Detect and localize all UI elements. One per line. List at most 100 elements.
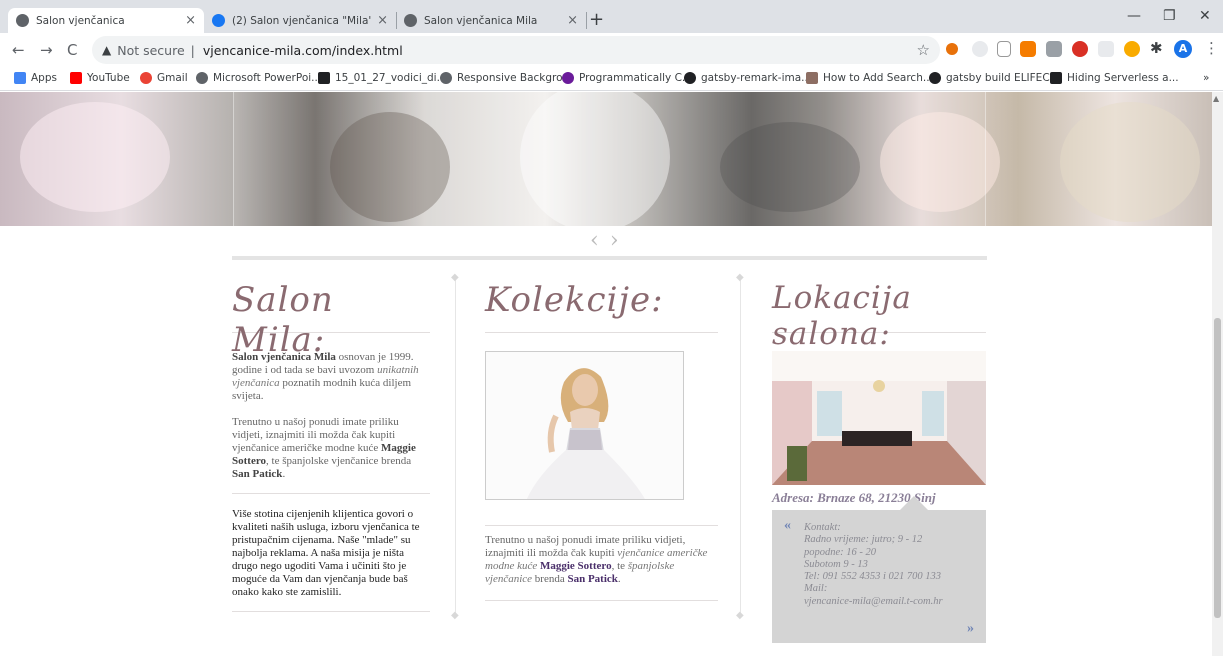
facebook-icon — [212, 14, 225, 27]
tab-salon-mila[interactable]: Salon vjenčanica Mila × — [396, 8, 586, 33]
bookmark-item[interactable]: Hiding Serverless a... — [1050, 72, 1179, 84]
text: , te — [611, 560, 628, 572]
tab-close-icon[interactable]: × — [567, 13, 578, 28]
tab-title: Salon vjenčanica Mila — [424, 14, 538, 27]
tab-close-icon[interactable]: × — [377, 13, 388, 28]
collections-heading: Kolekcije: — [485, 280, 664, 320]
forward-button[interactable]: → — [40, 41, 53, 59]
bookmark-item[interactable]: Programmatically C... — [562, 72, 692, 84]
column-separator — [740, 277, 741, 617]
bookmark-item[interactable]: Gmail — [140, 72, 188, 84]
brand-name: San Patick — [232, 468, 283, 480]
bookmark-label: YouTube — [87, 72, 130, 84]
bookmark-label: 15_01_27_vodici_di... — [335, 72, 447, 84]
slider-controls: ‹ › — [590, 228, 621, 253]
divider — [232, 493, 430, 494]
address-separator: | — [190, 42, 195, 58]
back-button[interactable]: ← — [12, 41, 25, 59]
salon-name: Salon vjenčanica Mila — [232, 351, 336, 363]
working-hours-morning: Radno vrijeme: jutro; 9 - 12 — [804, 534, 923, 546]
ornament-icon: ◆ — [451, 272, 459, 283]
github-icon — [929, 72, 941, 84]
puzzle-icon[interactable]: ✱ — [1150, 39, 1163, 57]
contact-box: « Kontakt: Radno vrijeme: jutro; 9 - 12 … — [772, 510, 986, 643]
tab-salon-vjencanica[interactable]: Salon vjenčanica × — [8, 8, 204, 33]
maximize-button[interactable]: ❐ — [1163, 8, 1176, 24]
bookmark-label: gatsby-remark-ima... — [701, 72, 812, 84]
bookmark-label: Programmatically C... — [579, 72, 692, 84]
security-label: Not secure — [117, 42, 185, 58]
bookmark-item[interactable]: YouTube — [70, 72, 130, 84]
github-icon — [684, 72, 696, 84]
about-offer: Trenutno u našoj ponudi imate priliku vi… — [232, 416, 430, 481]
bookmarks-overflow[interactable]: » — [1203, 72, 1209, 84]
close-window-button[interactable]: ✕ — [1199, 8, 1211, 24]
bookmark-item[interactable]: Apps — [14, 72, 57, 84]
bookmark-item[interactable]: Microsoft PowerPoi... — [196, 72, 321, 84]
text: . — [282, 468, 286, 480]
bookmark-label: Responsive Backgro... — [457, 72, 573, 84]
bookmark-item[interactable]: How to Add Search... — [806, 72, 933, 84]
tab-strip: Salon vjenčanica × (2) Salon vjenčanica … — [0, 0, 1223, 33]
site-icon — [806, 72, 818, 84]
working-hours-afternoon: popodne: 16 - 20 — [804, 546, 877, 558]
collections-text: Trenutno u našoj ponudi imate priliku vi… — [485, 534, 718, 586]
extension-icon[interactable] — [1072, 41, 1088, 57]
youtube-icon — [70, 72, 82, 84]
medium-icon — [318, 72, 330, 84]
working-hours-saturday: Subotom 9 - 13 — [804, 558, 868, 570]
wedding-dress-photo[interactable] — [485, 351, 684, 500]
slider-next-arrow[interactable]: › — [610, 228, 621, 253]
site-icon — [562, 72, 574, 84]
bookmark-item[interactable]: Responsive Backgro... — [440, 72, 572, 84]
address-bar[interactable]: ▲ Not secure | vjencanice-mila.com/index… — [92, 36, 940, 64]
extension-icon[interactable] — [997, 41, 1011, 57]
collections-column: Kolekcije: Trenutno u našoj ponudi imate… — [485, 270, 718, 601]
ornament-icon: ◆ — [736, 272, 744, 283]
text: , te španjolske vjenčanice brenda — [266, 455, 412, 467]
bookmark-item[interactable]: gatsby-remark-ima... — [684, 72, 811, 84]
menu-icon[interactable]: ⋮ — [1204, 39, 1219, 57]
url-text: vjencanice-mila.com/index.html — [202, 42, 403, 58]
slider-prev-arrow[interactable]: ‹ — [590, 228, 601, 253]
mail-label: Mail: — [804, 583, 828, 595]
bookmark-item[interactable]: 15_01_27_vodici_di... — [318, 72, 447, 84]
text: brenda — [532, 573, 568, 585]
tab-close-icon[interactable]: × — [185, 13, 196, 28]
text: Trenutno u našoj ponudi imate priliku vi… — [232, 416, 399, 454]
bookmark-star-icon[interactable]: ☆ — [917, 41, 930, 59]
extension-icon[interactable] — [1124, 41, 1140, 57]
reload-button[interactable]: C — [67, 41, 77, 59]
toolbar: ← → C ▲ Not secure | vjencanice-mila.com… — [0, 33, 1223, 67]
cancel-circle-icon — [440, 72, 452, 84]
minimize-button[interactable]: — — [1127, 8, 1141, 24]
bookmark-label: Microsoft PowerPoi... — [213, 72, 322, 84]
extension-icon[interactable] — [946, 43, 958, 55]
location-column: Lokacija salona: Adresa: Brnaze 68, 2123… — [772, 270, 986, 506]
bookmark-label: Apps — [31, 72, 57, 84]
extension-icon[interactable] — [972, 41, 988, 57]
contact-pointer — [900, 496, 928, 510]
globe-icon — [404, 14, 417, 27]
profile-avatar[interactable]: A — [1174, 40, 1192, 58]
tab-title: Salon vjenčanica — [36, 14, 125, 27]
tab-facebook[interactable]: (2) Salon vjenčanica "Mila" | Face × — [204, 8, 396, 33]
extension-icon[interactable] — [1020, 41, 1036, 57]
salon-interior-photo[interactable] — [772, 351, 986, 485]
contact-email-link[interactable]: vjencanice-mila@email.t-com.hr — [804, 596, 972, 608]
scrollbar-thumb[interactable] — [1214, 318, 1221, 618]
ornament-icon: ◆ — [736, 610, 744, 621]
text: . — [617, 573, 621, 585]
about-column: Salon Mila: Salon vjenčanica Mila osnova… — [232, 270, 430, 612]
bride-image — [486, 352, 683, 499]
ornament-icon: ◆ — [451, 610, 459, 621]
column-separator — [455, 277, 456, 617]
new-tab-button[interactable]: + — [589, 9, 604, 30]
scroll-up-arrow[interactable]: ▲ — [1213, 94, 1219, 103]
extension-icon[interactable] — [1098, 41, 1114, 57]
about-mission: Više stotina cijenjenih klijentica govor… — [232, 508, 420, 598]
bookmark-label: How to Add Search... — [823, 72, 933, 84]
brand-name: San Patick — [567, 573, 618, 585]
extension-icon[interactable] — [1046, 41, 1062, 57]
bookmark-item[interactable]: gatsby build ELIFEC... — [929, 72, 1060, 84]
